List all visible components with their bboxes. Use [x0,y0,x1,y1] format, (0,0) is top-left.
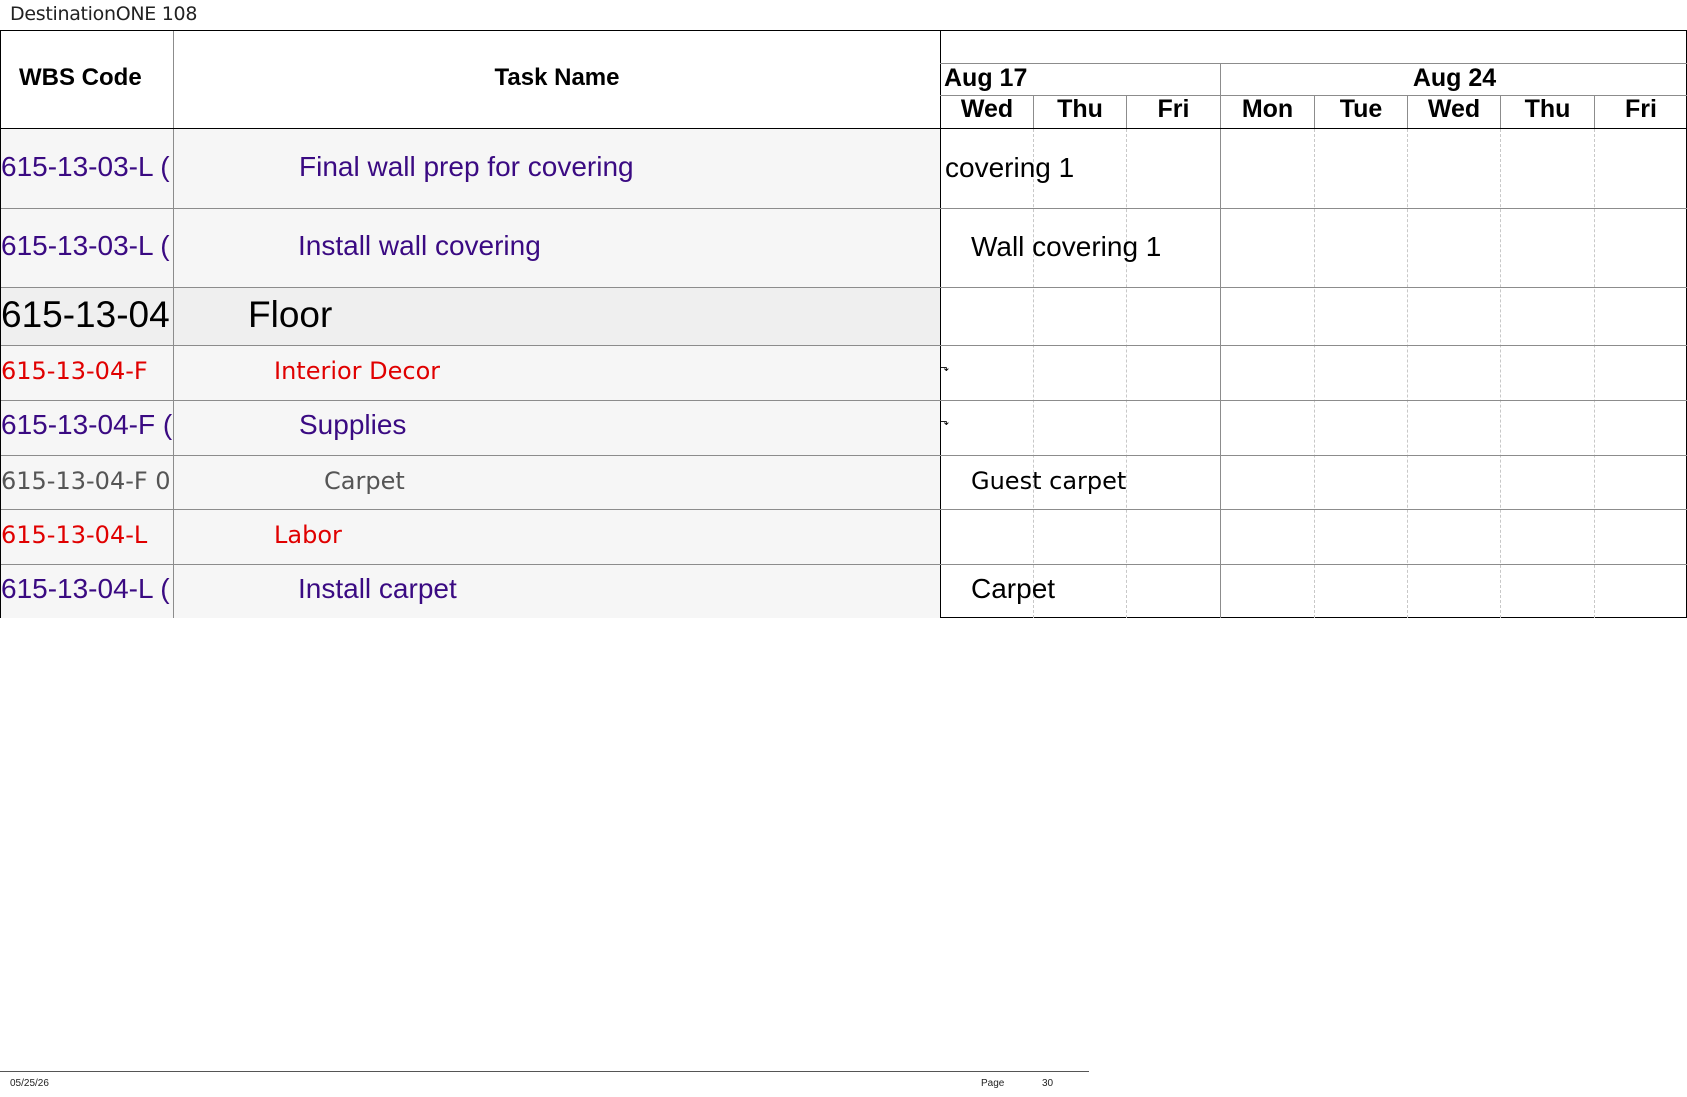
day-gridline [1033,129,1034,618]
row-divider [1,400,1687,401]
gantt-bar-label: Carpet [971,573,1056,604]
wbs-code-cell: 615-13-04-F [1,357,148,385]
wbs-code-cell: 615-13-04-F ( [1,409,173,440]
wbs-code-cell: 615-13-04-F 01 [1,467,173,495]
row-divider [1,455,1687,456]
page-label: Page [981,1078,1005,1089]
day-gridline [1500,129,1501,618]
wbs-code-cell: 615-13-04-L [1,521,148,549]
day-divider [1220,95,1221,618]
task-name-cell[interactable]: Carpet [324,467,405,495]
print-date: 05/25/26 [10,1078,49,1089]
day-gridline [1594,129,1595,618]
day-header: Fri [1625,95,1657,123]
task-name-header: Task Name [494,64,620,91]
row-divider [1,509,1687,510]
row-divider [1,345,1687,346]
wbs-code-cell: 615-13-03-L ( [1,151,170,182]
row-divider [1,287,1687,288]
task-name-cell[interactable]: Final wall prep for covering [299,151,634,183]
gantt-table: WBS Code Task Name Aug 17 Aug 24 Wed Thu… [0,30,1687,618]
footer-divider [0,1071,1089,1072]
row-divider [1,208,1687,209]
wbs-code-cell: 615-13-04 [1,294,170,335]
gantt-bar-label: covering 1 [945,152,1075,183]
wbs-code-header: WBS Code [19,64,142,91]
task-name-cell[interactable]: Supplies [299,409,406,441]
day-gridline [1407,129,1408,618]
day-header: Mon [1241,95,1294,123]
header-bottom [1,128,1687,129]
column-divider [173,31,174,618]
gantt-bar-label: Guest carpet [971,467,1127,495]
task-name-cell[interactable]: Install carpet [298,573,457,605]
day-header: Wed [960,95,1014,123]
task-name-cell[interactable]: Install wall covering [298,230,541,262]
day-header: Thu [1057,95,1103,123]
gantt-bar-label: Wall covering 1 [971,231,1162,262]
summary-marker-icon: ⬎ [940,416,950,428]
day-header: Tue [1339,95,1383,123]
week-header: Aug 24 [1412,64,1497,92]
day-header: Wed [1427,95,1481,123]
summary-marker-icon: ⬎ [940,362,950,374]
task-name-cell[interactable]: Labor [274,521,342,549]
day-header: Thu [1524,95,1571,123]
row-divider [1,564,1687,565]
wbs-code-cell: 615-13-03-L ( [1,230,170,261]
document-title: DestinationONE 108 [10,3,198,25]
week-header: Aug 17 [944,64,1028,92]
day-gridline [1126,129,1127,618]
day-gridline [1314,129,1315,618]
day-header: Fri [1157,95,1190,123]
page-number: 30 [1042,1078,1054,1089]
wbs-code-cell: 615-13-04-L ( [1,573,170,604]
task-name-cell[interactable]: Interior Decor [274,357,440,385]
task-name-cell[interactable]: Floor [248,294,332,336]
